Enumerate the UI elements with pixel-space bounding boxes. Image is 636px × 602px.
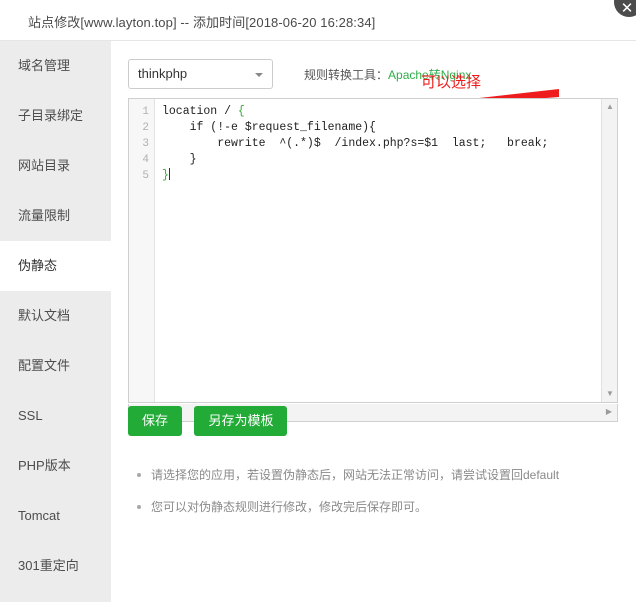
sidebar-item-subdirectory[interactable]: 子目录绑定: [0, 91, 111, 141]
sidebar-item-rewrite[interactable]: 伪静态: [0, 241, 111, 291]
rewrite-code-editor[interactable]: 1 2 3 4 5 location / { if (!-e $request_…: [128, 98, 618, 403]
page-title: 站点修改[www.layton.top] -- 添加时间[2018-06-20 …: [28, 15, 376, 30]
text-cursor: [168, 168, 170, 180]
sidebar-item-label: 默认文档: [18, 308, 71, 323]
rewrite-rule-select[interactable]: thinkphp: [128, 59, 273, 89]
editor-code-area[interactable]: location / { if (!-e $request_filename){…: [156, 104, 617, 402]
code-line-text: if (!-e $request_filename){: [162, 121, 376, 134]
code-line: location / {: [162, 104, 617, 120]
dialog-header: 站点修改[www.layton.top] -- 添加时间[2018-06-20 …: [0, 0, 636, 41]
chevron-down-icon: [255, 73, 263, 77]
close-icon[interactable]: ✕: [614, 0, 636, 17]
sidebar-item-config-file[interactable]: 配置文件: [0, 341, 111, 391]
code-line: }: [162, 152, 617, 168]
line-number: 4: [142, 154, 149, 166]
open-brace: {: [237, 105, 245, 118]
action-buttons: 保存 另存为模板: [128, 406, 295, 438]
sidebar-item-label: 配置文件: [18, 358, 71, 373]
code-line-text: }: [162, 153, 197, 166]
code-line-text: location /: [162, 105, 238, 118]
sidebar-item-label: 域名管理: [18, 58, 71, 73]
sidebar-item-label: 301重定向: [18, 558, 79, 573]
editor-vertical-scrollbar[interactable]: ▲ ▼: [601, 99, 617, 402]
code-line: if (!-e $request_filename){: [162, 120, 617, 136]
sidebar-item-301-redirect[interactable]: 301重定向: [0, 541, 111, 591]
line-number: 2: [142, 122, 149, 134]
sidebar-item-label: PHP版本: [18, 458, 71, 473]
sidebar-item-label: 伪静态: [18, 258, 58, 273]
save-button[interactable]: 保存: [128, 406, 183, 436]
note-item: 请选择您的应用，若设置伪静态后，网站无法正常访问，请尝试设置回default: [133, 466, 613, 484]
help-notes: 请选择您的应用，若设置伪静态后，网站无法正常访问，请尝试设置回default 您…: [133, 466, 613, 530]
scroll-down-icon[interactable]: ▼: [602, 386, 617, 402]
sidebar-item-label: 子目录绑定: [18, 108, 84, 123]
line-number: 5: [142, 170, 149, 182]
content-panel: thinkphp 规则转换工具：Apache转Nginx 可以选择 1 2 3 …: [111, 41, 636, 602]
sidebar-item-traffic-limit[interactable]: 流量限制: [0, 191, 111, 241]
scroll-right-icon[interactable]: ▶: [601, 404, 617, 420]
sidebar-item-label: 流量限制: [18, 208, 71, 223]
code-line: }: [162, 168, 617, 184]
site-modify-dialog: 站点修改[www.layton.top] -- 添加时间[2018-06-20 …: [0, 0, 636, 602]
note-item: 您可以对伪静态规则进行修改，修改完后保存即可。: [133, 498, 613, 516]
sidebar-item-php-version[interactable]: PHP版本: [0, 441, 111, 491]
line-number: 1: [142, 106, 149, 118]
sidebar-item-label: Tomcat: [18, 508, 60, 523]
sidebar: 域名管理 子目录绑定 网站目录 流量限制 伪静态 默认文档 配置文件 SSL P…: [0, 41, 111, 602]
close-icon-glyph: ✕: [620, 0, 634, 17]
scroll-up-icon[interactable]: ▲: [602, 99, 617, 115]
rewrite-rule-select-value: thinkphp: [138, 66, 188, 81]
sidebar-item-label: 网站目录: [18, 158, 71, 173]
sidebar-item-default-document[interactable]: 默认文档: [0, 291, 111, 341]
sidebar-item-tomcat[interactable]: Tomcat: [0, 491, 111, 541]
converter-tool-prefix: 规则转换工具：: [304, 68, 389, 82]
line-number: 3: [142, 138, 149, 150]
annotation-label: 可以选择: [421, 74, 482, 91]
editor-line-number-gutter: 1 2 3 4 5: [129, 99, 155, 402]
toolbar: thinkphp 规则转换工具：Apache转Nginx: [128, 59, 618, 89]
save-as-template-button[interactable]: 另存为模板: [194, 406, 288, 436]
code-line-text: rewrite ^(.*)$ /index.php?s=$1 last; bre…: [162, 137, 549, 150]
code-line: rewrite ^(.*)$ /index.php?s=$1 last; bre…: [162, 136, 617, 152]
sidebar-item-ssl[interactable]: SSL: [0, 391, 111, 441]
close-brace: }: [162, 169, 169, 182]
sidebar-item-site-directory[interactable]: 网站目录: [0, 141, 111, 191]
sidebar-item-domain[interactable]: 域名管理: [0, 41, 111, 91]
sidebar-item-reverse-proxy[interactable]: 反向代理: [0, 591, 111, 602]
sidebar-item-label: SSL: [18, 408, 43, 423]
